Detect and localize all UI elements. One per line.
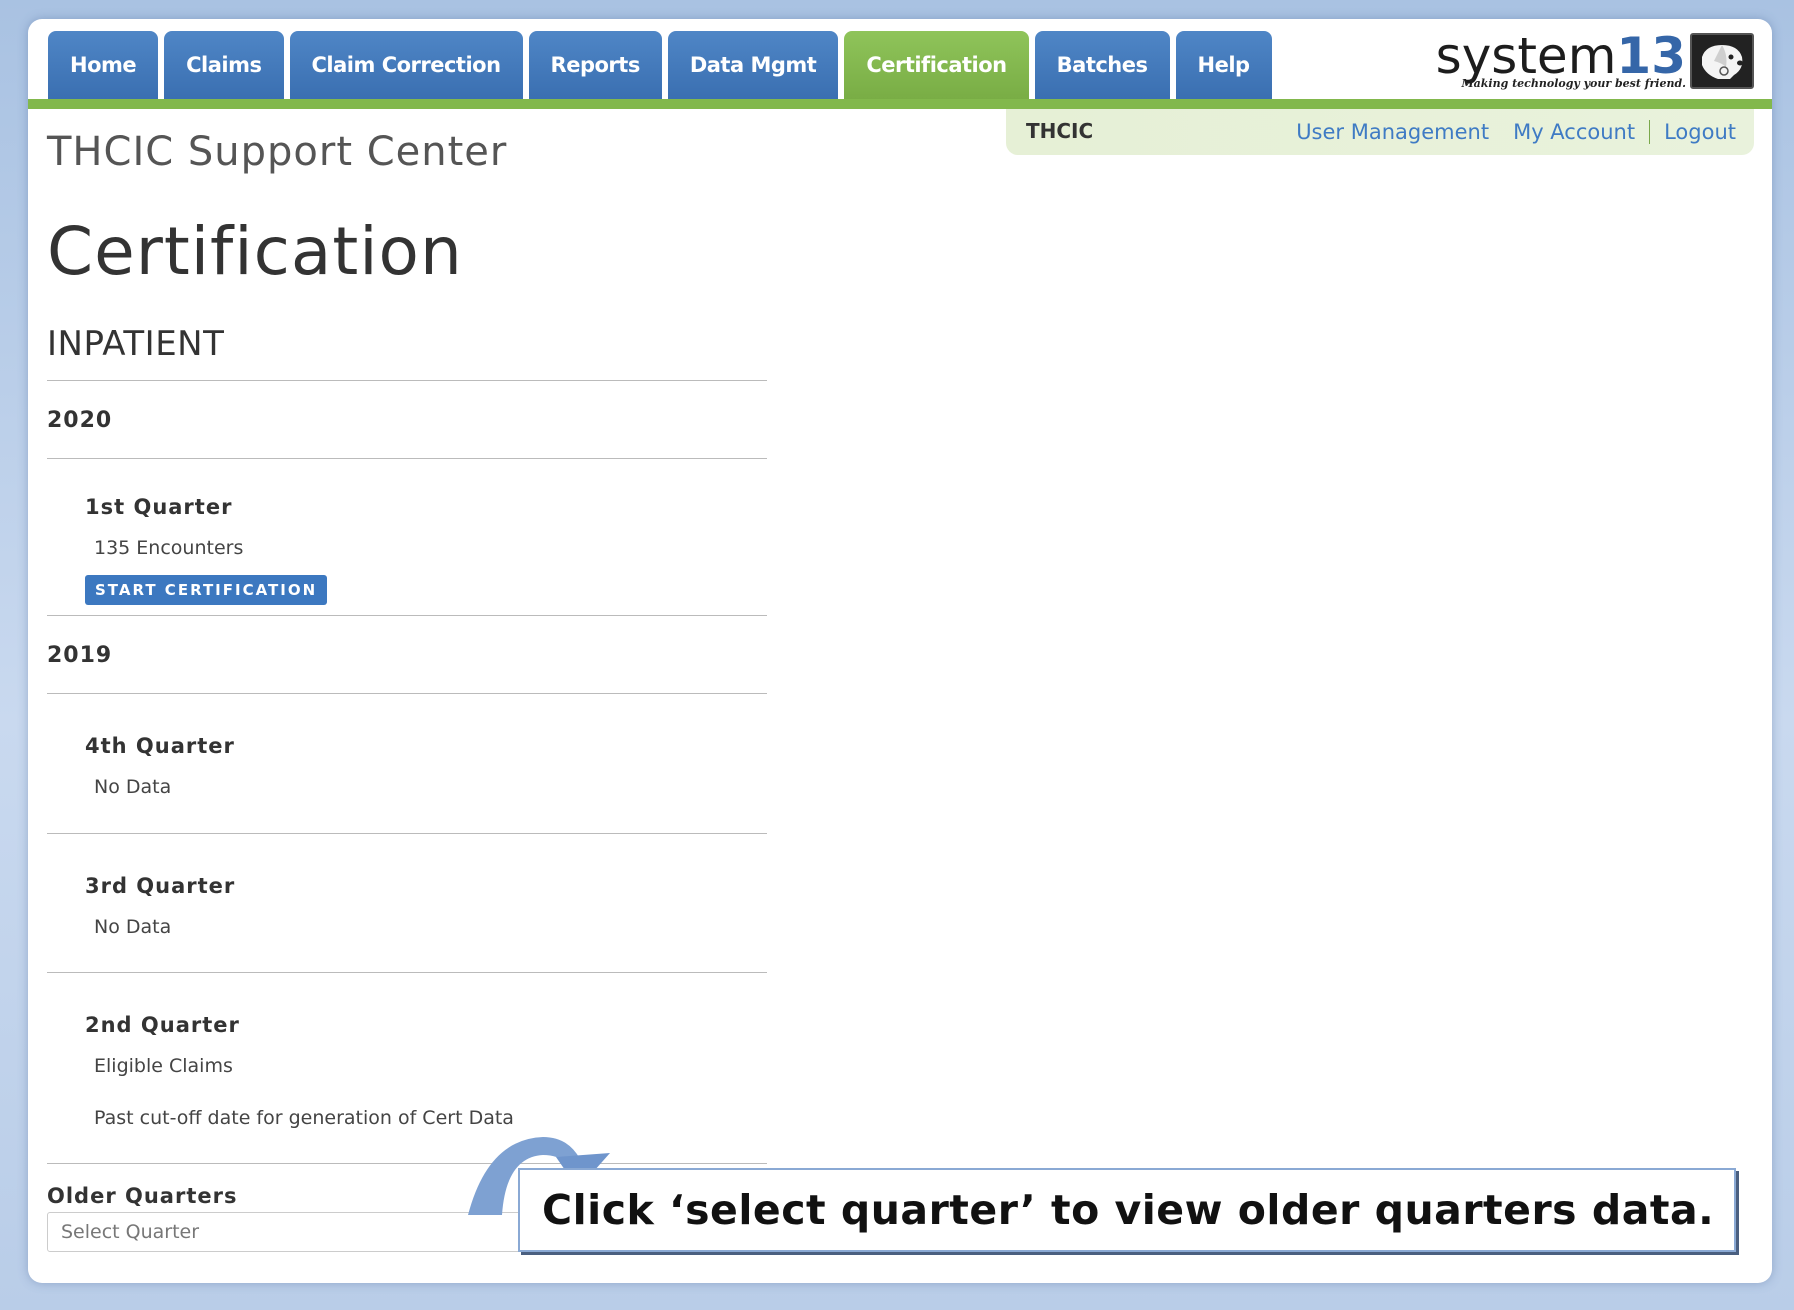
link-divider bbox=[1649, 120, 1651, 144]
app-window: Home Claims Claim Correction Reports Dat… bbox=[28, 19, 1772, 1283]
logout-link[interactable]: Logout bbox=[1664, 120, 1736, 144]
page-title: Certification bbox=[47, 213, 463, 290]
user-management-link[interactable]: User Management bbox=[1296, 120, 1489, 144]
dog-logo-icon bbox=[1690, 33, 1754, 89]
year-heading: 2020 bbox=[47, 408, 113, 433]
org-name: THCIC bbox=[1026, 119, 1094, 143]
quarter-status: 135 Encounters bbox=[94, 537, 244, 559]
tab-claim-correction[interactable]: Claim Correction bbox=[289, 31, 523, 99]
nav-underline bbox=[28, 99, 1772, 109]
quarter-status: Eligible Claims bbox=[94, 1055, 233, 1077]
tab-claims[interactable]: Claims bbox=[164, 31, 284, 99]
tab-help[interactable]: Help bbox=[1175, 31, 1272, 99]
quarter-note: Past cut-off date for generation of Cert… bbox=[94, 1107, 514, 1129]
section-title: INPATIENT bbox=[47, 324, 225, 364]
tab-certification[interactable]: Certification bbox=[844, 31, 1029, 99]
quarter-block: 1st Quarter 135 Encounters START CERTIFI… bbox=[47, 459, 767, 615]
quarter-title: 1st Quarter bbox=[85, 495, 233, 519]
quarter-title: 3rd Quarter bbox=[85, 874, 236, 898]
quarter-status: No Data bbox=[94, 916, 172, 938]
logo-tagline: Making technology your best friend. bbox=[1461, 77, 1686, 90]
account-bar: THCIC User Management My Account Logout bbox=[1006, 109, 1754, 155]
quarter-title: 4th Quarter bbox=[85, 734, 235, 758]
quarter-block: 3rd Quarter No Data bbox=[47, 834, 767, 972]
quarter-block: 4th Quarter No Data bbox=[47, 694, 767, 833]
tab-home[interactable]: Home bbox=[48, 31, 159, 99]
tab-data-mgmt[interactable]: Data Mgmt bbox=[667, 31, 839, 99]
quarter-title: 2nd Quarter bbox=[85, 1013, 240, 1037]
main-nav: Home Claims Claim Correction Reports Dat… bbox=[48, 31, 1272, 99]
site-title: THCIC Support Center bbox=[47, 129, 508, 175]
tab-reports[interactable]: Reports bbox=[528, 31, 662, 99]
start-certification-button[interactable]: START CERTIFICATION bbox=[85, 575, 328, 605]
quarter-status: No Data bbox=[94, 776, 172, 798]
year-heading: 2019 bbox=[47, 643, 113, 668]
system13-logo: system13 Making technology your best fri… bbox=[1436, 31, 1754, 90]
quarter-block: 2nd Quarter Eligible Claims Past cut-off… bbox=[47, 973, 767, 1163]
my-account-link[interactable]: My Account bbox=[1513, 120, 1635, 144]
main-content: THCIC Support Center Certification INPAT… bbox=[47, 129, 889, 1252]
tab-batches[interactable]: Batches bbox=[1034, 31, 1170, 99]
instruction-callout: Click ‘select quarter’ to view older qua… bbox=[518, 1168, 1736, 1252]
